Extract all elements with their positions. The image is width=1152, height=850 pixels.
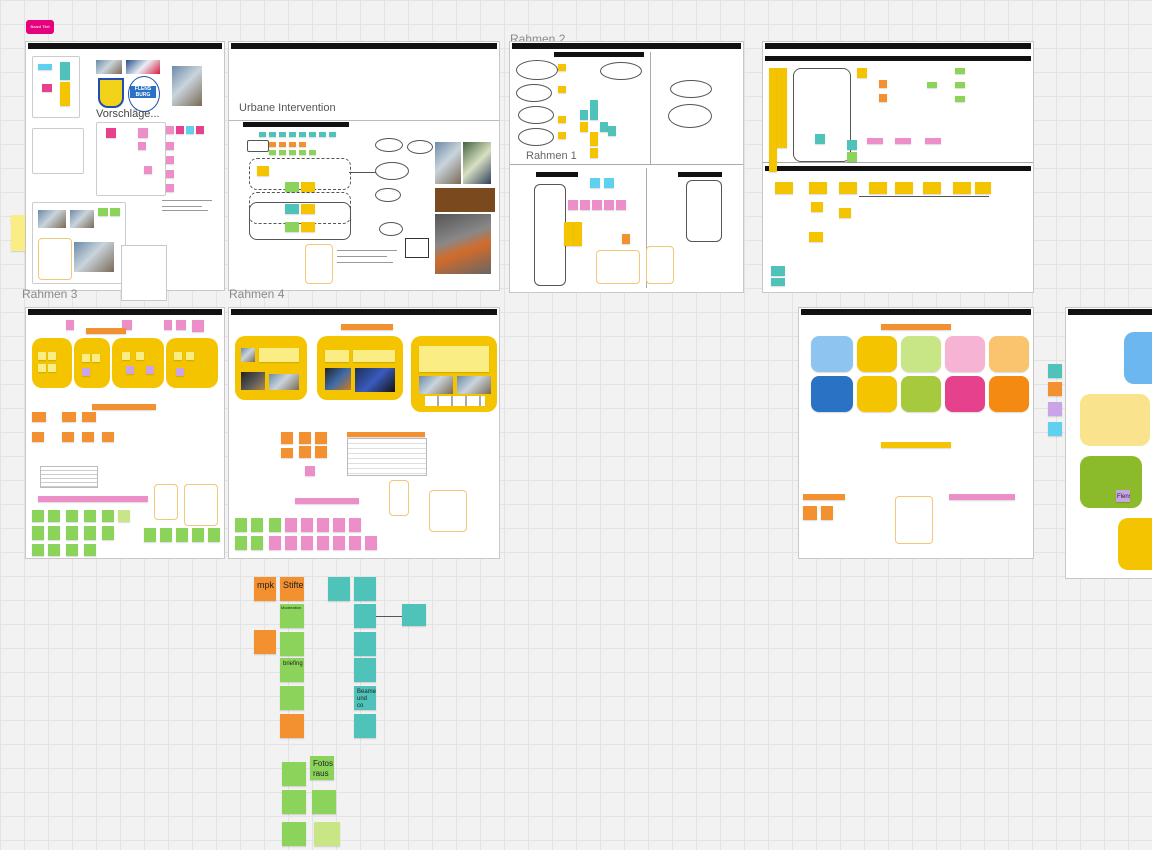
frame-header <box>231 43 497 49</box>
sticky-beamer[interactable]: Beamer und co <box>354 686 376 710</box>
sticky-briefing[interactable]: briefing <box>280 658 304 682</box>
frame-urbane-intervention[interactable]: Urbane Intervention <box>229 42 499 290</box>
rahmen1-label: Rahmen 1 <box>526 150 577 162</box>
frame-header <box>28 309 222 315</box>
frame-rahmen-4[interactable] <box>229 308 499 558</box>
frame-color-grid[interactable] <box>799 308 1033 558</box>
vorschlaege-label: Vorschläge... <box>96 108 160 120</box>
frame-label-rahmen3: Rahmen 3 <box>22 287 78 301</box>
sticky-mpk[interactable]: mpk <box>254 577 276 601</box>
fenster-label: Flens <box>1116 490 1130 502</box>
sticky-fotos-raus[interactable]: Fotos raus <box>310 756 334 780</box>
sticky-moderation[interactable]: Moderation <box>280 604 304 628</box>
frame-label-rahmen4: Rahmen 4 <box>229 287 285 301</box>
sticky-stifte[interactable]: Stifte <box>280 577 304 601</box>
frame-header <box>231 309 497 315</box>
urbane-intervention-label: Urbane Intervention <box>239 102 336 114</box>
frame-rahmen-2[interactable]: Rahmen 1 <box>510 42 743 292</box>
frame-right-top[interactable] <box>763 42 1033 292</box>
frame-header <box>512 43 741 49</box>
frame-far-right[interactable]: Flens <box>1066 308 1152 578</box>
frame-header <box>1068 309 1152 315</box>
board-title-tag[interactable]: Board Titel <box>26 20 54 34</box>
frame-header <box>765 43 1031 49</box>
frame-rahmen-3[interactable] <box>26 308 224 558</box>
frame-header <box>801 309 1031 315</box>
frame-vorschlaege-overflow <box>122 246 166 300</box>
frame-header <box>28 43 222 49</box>
